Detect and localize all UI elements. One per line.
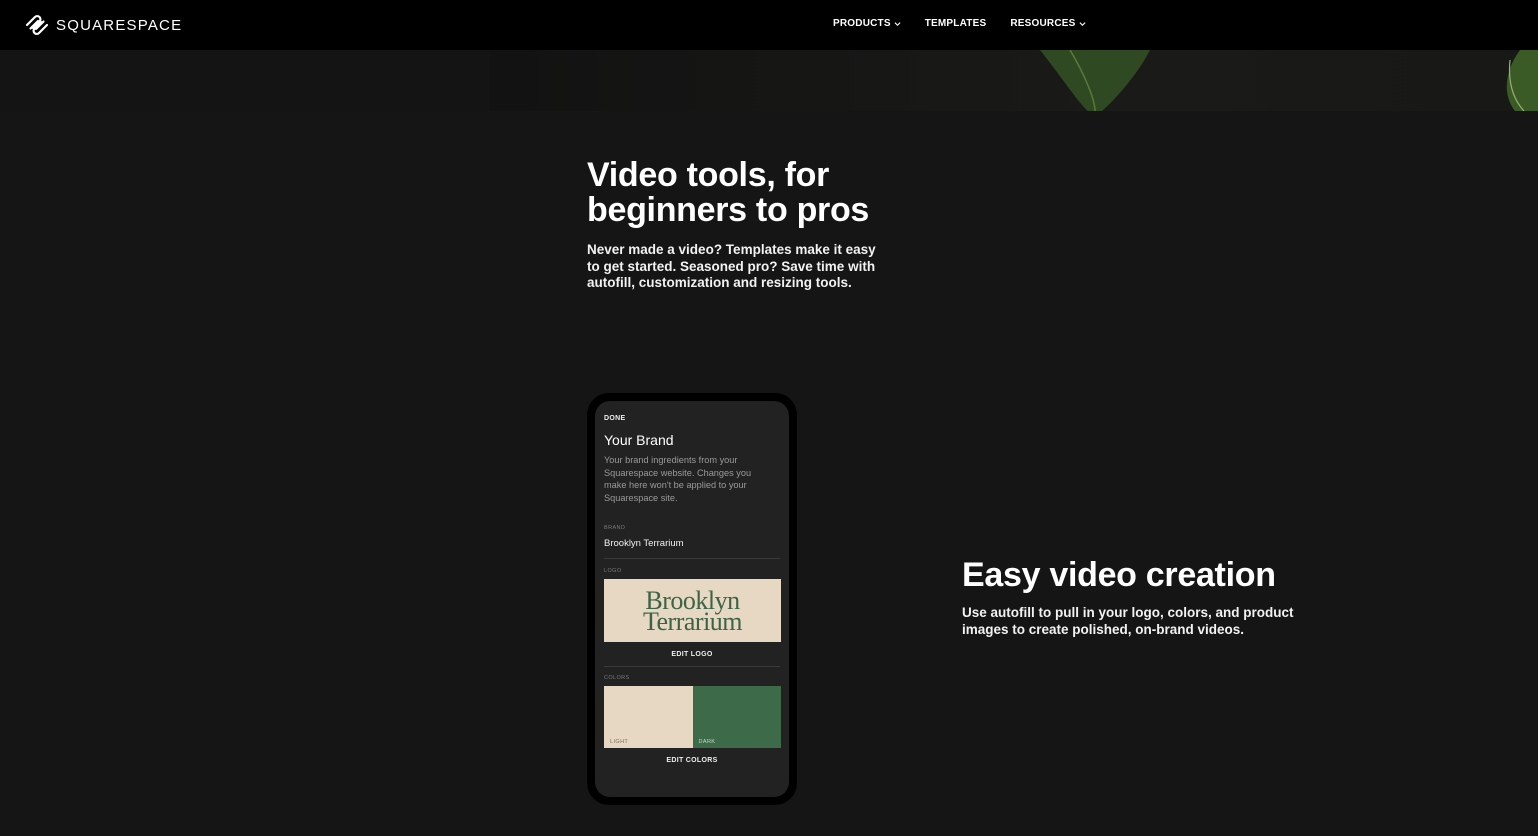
top-navigation-bar: SQUARESPACE PRODUCTS TEMPLATES RESOURCES (0, 0, 1538, 50)
logo-text-line2: Terrarium (642, 606, 743, 636)
nav-templates-label: TEMPLATES (924, 18, 987, 29)
brand-field-label: BRAND (604, 525, 626, 531)
colors-field-label: COLORS (604, 675, 630, 681)
edit-logo-button[interactable]: EDIT LOGO (604, 651, 780, 667)
dark-swatch-label: DARK (698, 739, 716, 745)
light-swatch-label: LIGHT (610, 739, 629, 745)
phone-mockup: DONE Your Brand Your brand ingredients f… (587, 393, 797, 805)
done-button[interactable]: DONE (604, 415, 780, 422)
nav-products[interactable]: PRODUCTS (833, 18, 901, 29)
phone-screen: DONE Your Brand Your brand ingredients f… (595, 401, 789, 797)
main-nav: PRODUCTS TEMPLATES RESOURCES (833, 18, 1110, 29)
plant-leaf-image (1506, 50, 1538, 111)
feature-description: Use autofill to pull in your logo, color… (962, 605, 1294, 637)
color-swatches: LIGHT DARK (604, 686, 781, 748)
chevron-down-icon (894, 22, 901, 27)
chevron-down-icon (1078, 22, 1086, 27)
hero-image-strip (0, 50, 1538, 111)
nav-templates[interactable]: TEMPLATES (925, 18, 987, 29)
section-title: Video tools, for beginners to pros (587, 156, 870, 229)
nav-products-label: PRODUCTS (833, 18, 891, 29)
logo-field-label: LOGO (604, 568, 622, 574)
nav-resources[interactable]: RESOURCES (1010, 18, 1086, 29)
brand-name: SQUARESPACE (56, 16, 183, 34)
brand-field-value[interactable]: Brooklyn Terrarium (604, 538, 780, 559)
edit-colors-button[interactable]: EDIT COLORS (604, 757, 780, 772)
feature-title: Easy video creation (962, 556, 1276, 594)
brand-panel-description: Your brand ingredients from your Squares… (604, 455, 752, 503)
nav-resources-label: RESOURCES (1010, 18, 1076, 29)
logo-preview: Brooklyn Terrarium (604, 579, 781, 642)
dark-color-swatch[interactable]: DARK (692, 686, 781, 748)
plant-leaf-image (1040, 50, 1150, 111)
squarespace-logo-icon (25, 14, 49, 36)
section-description: Never made a video? Templates make it ea… (587, 242, 876, 290)
brand-panel-title: Your Brand (604, 432, 674, 448)
hero-left-shade (0, 50, 490, 111)
brand-logo[interactable]: SQUARESPACE (24, 13, 182, 37)
light-color-swatch[interactable]: LIGHT (604, 686, 693, 748)
